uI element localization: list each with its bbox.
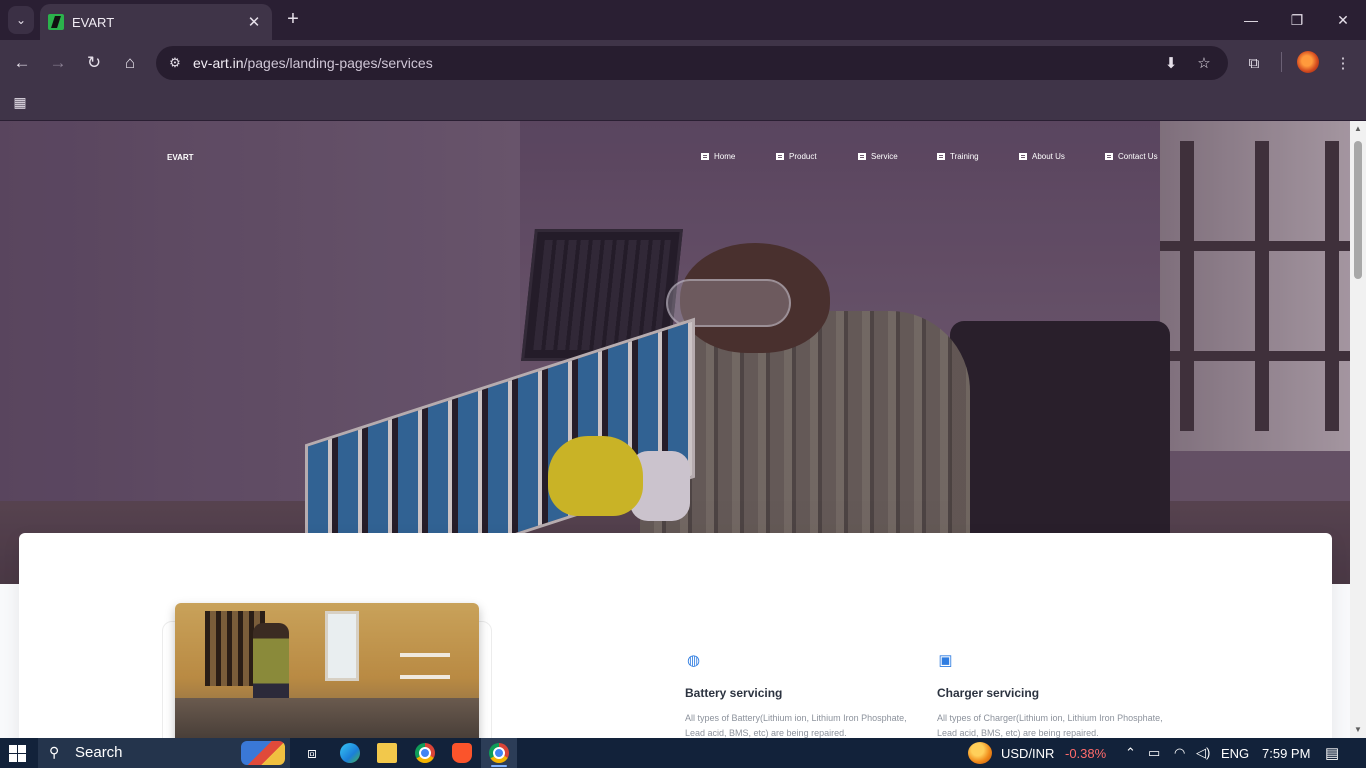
- brave-icon[interactable]: [452, 743, 472, 763]
- url-host: ev-art.in: [193, 55, 244, 71]
- forward-button[interactable]: →: [46, 51, 70, 75]
- notifications-icon[interactable]: ▤: [1325, 738, 1339, 768]
- nav-product[interactable]: Product: [776, 152, 817, 161]
- feature-battery-servicing: ◍ Battery servicing All types of Battery…: [685, 651, 925, 739]
- menu-icon[interactable]: ⋮: [1331, 51, 1355, 75]
- nav-about-us[interactable]: About Us: [1019, 152, 1065, 161]
- restore-button[interactable]: ❐: [1285, 8, 1309, 32]
- back-button[interactable]: ←: [10, 51, 34, 75]
- profile-avatar[interactable]: [1297, 51, 1319, 73]
- scrollbar-thumb[interactable]: [1354, 141, 1362, 279]
- feature-description: All types of Charger(Lithium ion, Lithiu…: [937, 713, 1163, 738]
- nav-home[interactable]: Home: [701, 152, 735, 161]
- browser-tab-strip: ⌄ EVART ✕ + — ❐ ✕: [0, 0, 1366, 40]
- taskbar-search-label: Search: [75, 744, 123, 761]
- hero-banner: EVART Home Product Service Training Abou…: [0, 121, 1350, 584]
- ticker-coin-icon: [968, 742, 992, 764]
- site-settings-icon[interactable]: ⚙: [164, 52, 186, 74]
- services-card: ◍ Battery servicing All types of Battery…: [19, 533, 1332, 738]
- task-view-icon[interactable]: ⧈: [302, 743, 322, 763]
- tab-close-icon[interactable]: ✕: [244, 12, 264, 32]
- site-favicon-icon: [48, 14, 64, 30]
- nav-icon: [1105, 153, 1113, 160]
- window-close-button[interactable]: ✕: [1331, 8, 1355, 32]
- extensions-icon[interactable]: ⧉: [1242, 51, 1266, 75]
- address-bar[interactable]: ⚙ ev-art.in/pages/landing-pages/services…: [156, 46, 1228, 80]
- tab-title: EVART: [72, 14, 115, 30]
- payment-icon: ▣: [938, 651, 953, 669]
- tab-search-button[interactable]: ⌄: [8, 6, 34, 34]
- nav-label: Service: [871, 152, 898, 161]
- chrome-active-icon[interactable]: [489, 743, 509, 763]
- nav-label: About Us: [1032, 152, 1065, 161]
- search-highlight-icon: [241, 741, 285, 765]
- nav-contact-us[interactable]: Contact Us: [1105, 152, 1158, 161]
- nav-icon: [701, 153, 709, 160]
- feature-description: All types of Battery(Lithium ion, Lithiu…: [685, 713, 907, 738]
- file-explorer-icon[interactable]: [377, 743, 397, 763]
- toolbar-divider: [1281, 52, 1282, 72]
- nav-label: Contact Us: [1118, 152, 1158, 161]
- feature-title: Battery servicing: [685, 686, 783, 700]
- bookmark-star-icon[interactable]: ☆: [1193, 52, 1215, 74]
- globe-icon: ◍: [686, 651, 701, 669]
- nav-icon: [858, 153, 866, 160]
- os-taskbar: ⚲ Search ⧈ USD/INR -0.38% ⌃ ▭ ◠ ◁) ENG 7…: [0, 738, 1366, 768]
- nav-label: Product: [789, 152, 817, 161]
- edge-icon[interactable]: [340, 743, 360, 763]
- address-url[interactable]: ev-art.in/pages/landing-pages/services: [193, 55, 433, 71]
- windows-start-icon[interactable]: [9, 745, 26, 762]
- taskbar-search[interactable]: ⚲ Search: [38, 738, 290, 768]
- ticker-name[interactable]: USD/INR: [1001, 738, 1054, 768]
- volume-icon[interactable]: ◁): [1196, 738, 1210, 768]
- page-viewport: EVART Home Product Service Training Abou…: [0, 121, 1350, 738]
- tray-overflow-icon[interactable]: ⌃: [1125, 738, 1136, 768]
- nav-label: Training: [950, 152, 979, 161]
- feature-charger-servicing: ▣ Charger servicing All types of Charger…: [937, 651, 1177, 739]
- battery-icon[interactable]: ▭: [1148, 738, 1160, 768]
- page-scrollbar[interactable]: ▲ ▼: [1350, 121, 1366, 738]
- new-tab-button[interactable]: +: [282, 9, 304, 31]
- search-icon: ⚲: [49, 744, 60, 760]
- nav-icon: [937, 153, 945, 160]
- site-brand-logo[interactable]: EVART: [167, 153, 194, 162]
- nav-label: Home: [714, 152, 736, 161]
- url-path: /pages/landing-pages/services: [243, 55, 433, 71]
- nav-icon: [1019, 153, 1027, 160]
- scroll-up-icon[interactable]: ▲: [1353, 124, 1363, 134]
- language-indicator[interactable]: ENG: [1221, 738, 1249, 768]
- ticker-change: -0.38%: [1065, 745, 1107, 761]
- wifi-icon[interactable]: ◠: [1174, 738, 1185, 768]
- nav-training[interactable]: Training: [937, 152, 979, 161]
- browser-toolbar: ← → ↻ ⌂ ⚙ ev-art.in/pages/landing-pages/…: [0, 40, 1366, 86]
- scroll-down-icon[interactable]: ▼: [1353, 725, 1363, 735]
- nav-service[interactable]: Service: [858, 152, 898, 161]
- bookmarks-bar: ▦: [0, 86, 1366, 121]
- apps-grid-icon[interactable]: ▦: [10, 92, 30, 112]
- workshop-photo: [175, 603, 479, 738]
- nav-icon: [776, 153, 784, 160]
- home-button[interactable]: ⌂: [118, 51, 142, 75]
- hero-overlay: [0, 121, 1350, 584]
- browser-tab[interactable]: EVART ✕: [40, 4, 272, 40]
- chrome-icon[interactable]: [415, 743, 435, 763]
- reload-button[interactable]: ↻: [82, 51, 106, 75]
- install-app-icon[interactable]: ⬇: [1160, 52, 1182, 74]
- minimize-button[interactable]: —: [1239, 8, 1263, 32]
- clock-time[interactable]: 7:59 PM: [1262, 738, 1310, 768]
- feature-title: Charger servicing: [937, 686, 1040, 700]
